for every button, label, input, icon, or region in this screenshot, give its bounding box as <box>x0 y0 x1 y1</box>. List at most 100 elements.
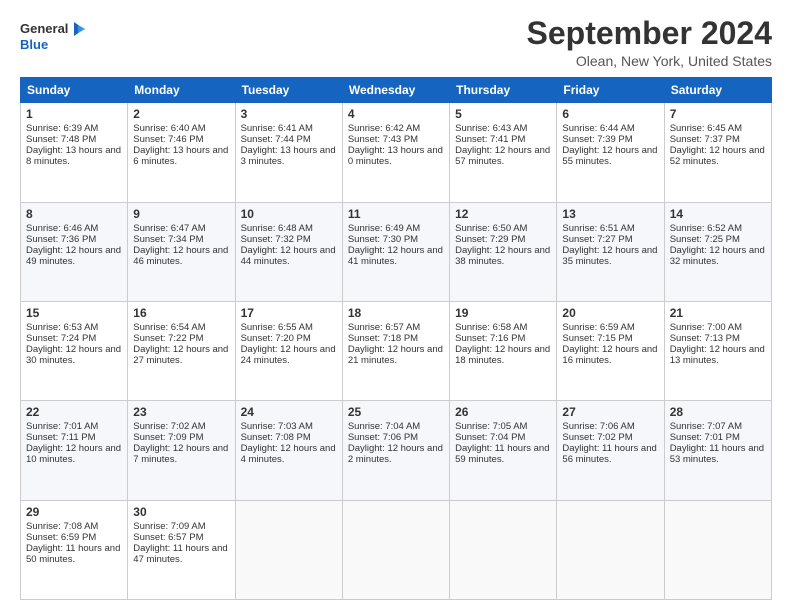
daylight-label: Daylight: 12 hours and 35 minutes. <box>562 245 657 267</box>
week-row-4: 22 Sunrise: 7:01 AM Sunset: 7:11 PM Dayl… <box>21 401 772 500</box>
sunrise-label: Sunrise: 6:40 AM <box>133 123 205 134</box>
daylight-label: Daylight: 13 hours and 3 minutes. <box>241 145 336 167</box>
calendar-cell: 20 Sunrise: 6:59 AM Sunset: 7:15 PM Dayl… <box>557 301 664 400</box>
sunset-label: Sunset: 7:22 PM <box>133 333 203 344</box>
logo: General Blue <box>20 20 88 52</box>
daylight-label: Daylight: 12 hours and 13 minutes. <box>670 344 765 366</box>
location: Olean, New York, United States <box>527 53 772 69</box>
calendar-cell: 6 Sunrise: 6:44 AM Sunset: 7:39 PM Dayli… <box>557 103 664 202</box>
day-number: 21 <box>670 306 766 320</box>
calendar-cell: 12 Sunrise: 6:50 AM Sunset: 7:29 PM Dayl… <box>450 202 557 301</box>
week-row-2: 8 Sunrise: 6:46 AM Sunset: 7:36 PM Dayli… <box>21 202 772 301</box>
logo-chevron-icon <box>70 20 88 38</box>
sunrise-label: Sunrise: 6:39 AM <box>26 123 98 134</box>
sunset-label: Sunset: 7:30 PM <box>348 234 418 245</box>
calendar-cell: 26 Sunrise: 7:05 AM Sunset: 7:04 PM Dayl… <box>450 401 557 500</box>
daylight-label: Daylight: 12 hours and 2 minutes. <box>348 443 443 465</box>
calendar-cell: 22 Sunrise: 7:01 AM Sunset: 7:11 PM Dayl… <box>21 401 128 500</box>
sunrise-label: Sunrise: 7:07 AM <box>670 421 742 432</box>
header-monday: Monday <box>128 78 235 103</box>
day-number: 17 <box>241 306 337 320</box>
day-number: 12 <box>455 207 551 221</box>
header-thursday: Thursday <box>450 78 557 103</box>
calendar-cell: 21 Sunrise: 7:00 AM Sunset: 7:13 PM Dayl… <box>664 301 771 400</box>
calendar-cell: 9 Sunrise: 6:47 AM Sunset: 7:34 PM Dayli… <box>128 202 235 301</box>
sunrise-label: Sunrise: 6:42 AM <box>348 123 420 134</box>
header-friday: Friday <box>557 78 664 103</box>
sunrise-label: Sunrise: 6:45 AM <box>670 123 742 134</box>
sunset-label: Sunset: 7:25 PM <box>670 234 740 245</box>
daylight-label: Daylight: 13 hours and 8 minutes. <box>26 145 121 167</box>
daylight-label: Daylight: 11 hours and 47 minutes. <box>133 543 227 565</box>
sunset-label: Sunset: 7:44 PM <box>241 134 311 145</box>
sunset-label: Sunset: 7:37 PM <box>670 134 740 145</box>
title-block: September 2024 Olean, New York, United S… <box>527 16 772 69</box>
sunset-label: Sunset: 7:34 PM <box>133 234 203 245</box>
calendar-cell: 28 Sunrise: 7:07 AM Sunset: 7:01 PM Dayl… <box>664 401 771 500</box>
calendar-cell <box>557 500 664 599</box>
calendar-cell: 1 Sunrise: 6:39 AM Sunset: 7:48 PM Dayli… <box>21 103 128 202</box>
calendar-cell: 19 Sunrise: 6:58 AM Sunset: 7:16 PM Dayl… <box>450 301 557 400</box>
week-row-1: 1 Sunrise: 6:39 AM Sunset: 7:48 PM Dayli… <box>21 103 772 202</box>
header-saturday: Saturday <box>664 78 771 103</box>
sunset-label: Sunset: 7:41 PM <box>455 134 525 145</box>
calendar-cell: 18 Sunrise: 6:57 AM Sunset: 7:18 PM Dayl… <box>342 301 449 400</box>
sunrise-label: Sunrise: 6:48 AM <box>241 223 313 234</box>
daylight-label: Daylight: 11 hours and 50 minutes. <box>26 543 120 565</box>
calendar-cell: 29 Sunrise: 7:08 AM Sunset: 6:59 PM Dayl… <box>21 500 128 599</box>
sunrise-label: Sunrise: 7:06 AM <box>562 421 634 432</box>
day-number: 11 <box>348 207 444 221</box>
sunrise-label: Sunrise: 6:53 AM <box>26 322 98 333</box>
daylight-label: Daylight: 12 hours and 4 minutes. <box>241 443 336 465</box>
calendar-cell <box>450 500 557 599</box>
sunset-label: Sunset: 7:16 PM <box>455 333 525 344</box>
sunset-label: Sunset: 7:27 PM <box>562 234 632 245</box>
daylight-label: Daylight: 11 hours and 53 minutes. <box>670 443 764 465</box>
sunrise-label: Sunrise: 6:57 AM <box>348 322 420 333</box>
sunset-label: Sunset: 7:08 PM <box>241 432 311 443</box>
sunrise-label: Sunrise: 6:52 AM <box>670 223 742 234</box>
week-row-3: 15 Sunrise: 6:53 AM Sunset: 7:24 PM Dayl… <box>21 301 772 400</box>
day-number: 26 <box>455 405 551 419</box>
daylight-label: Daylight: 11 hours and 56 minutes. <box>562 443 656 465</box>
week-row-5: 29 Sunrise: 7:08 AM Sunset: 6:59 PM Dayl… <box>21 500 772 599</box>
page: General Blue September 2024 Olean, New Y… <box>0 0 792 612</box>
day-number: 2 <box>133 107 229 121</box>
sunset-label: Sunset: 7:06 PM <box>348 432 418 443</box>
daylight-label: Daylight: 12 hours and 21 minutes. <box>348 344 443 366</box>
sunset-label: Sunset: 7:29 PM <box>455 234 525 245</box>
day-number: 29 <box>26 505 122 519</box>
calendar-cell: 7 Sunrise: 6:45 AM Sunset: 7:37 PM Dayli… <box>664 103 771 202</box>
logo-general: General <box>20 22 68 36</box>
sunrise-label: Sunrise: 6:44 AM <box>562 123 634 134</box>
daylight-label: Daylight: 12 hours and 7 minutes. <box>133 443 228 465</box>
calendar-cell: 30 Sunrise: 7:09 AM Sunset: 6:57 PM Dayl… <box>128 500 235 599</box>
sunset-label: Sunset: 7:48 PM <box>26 134 96 145</box>
sunset-label: Sunset: 6:59 PM <box>26 532 96 543</box>
sunrise-label: Sunrise: 7:00 AM <box>670 322 742 333</box>
sunrise-label: Sunrise: 6:43 AM <box>455 123 527 134</box>
day-number: 19 <box>455 306 551 320</box>
daylight-label: Daylight: 12 hours and 41 minutes. <box>348 245 443 267</box>
sunset-label: Sunset: 6:57 PM <box>133 532 203 543</box>
daylight-label: Daylight: 12 hours and 49 minutes. <box>26 245 121 267</box>
sunrise-label: Sunrise: 7:01 AM <box>26 421 98 432</box>
day-number: 23 <box>133 405 229 419</box>
day-number: 5 <box>455 107 551 121</box>
daylight-label: Daylight: 12 hours and 52 minutes. <box>670 145 765 167</box>
sunrise-label: Sunrise: 6:55 AM <box>241 322 313 333</box>
daylight-label: Daylight: 12 hours and 44 minutes. <box>241 245 336 267</box>
day-number: 7 <box>670 107 766 121</box>
sunrise-label: Sunrise: 6:49 AM <box>348 223 420 234</box>
day-number: 18 <box>348 306 444 320</box>
calendar-cell: 14 Sunrise: 6:52 AM Sunset: 7:25 PM Dayl… <box>664 202 771 301</box>
day-number: 3 <box>241 107 337 121</box>
calendar-cell: 5 Sunrise: 6:43 AM Sunset: 7:41 PM Dayli… <box>450 103 557 202</box>
calendar-cell <box>342 500 449 599</box>
sunrise-label: Sunrise: 6:50 AM <box>455 223 527 234</box>
day-number: 4 <box>348 107 444 121</box>
sunrise-label: Sunrise: 7:03 AM <box>241 421 313 432</box>
daylight-label: Daylight: 12 hours and 30 minutes. <box>26 344 121 366</box>
weekday-header-row: Sunday Monday Tuesday Wednesday Thursday… <box>21 78 772 103</box>
calendar-cell: 4 Sunrise: 6:42 AM Sunset: 7:43 PM Dayli… <box>342 103 449 202</box>
